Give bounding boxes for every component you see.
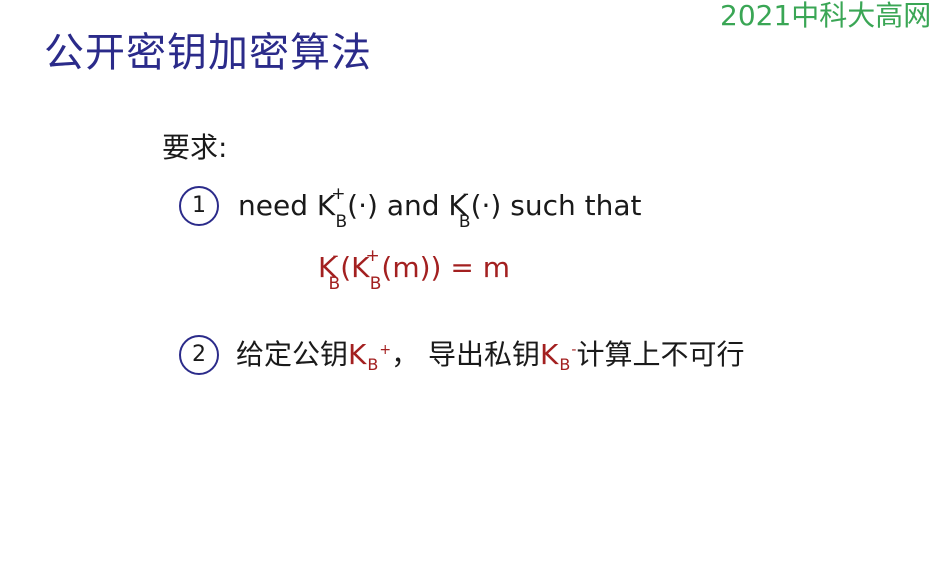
given-public-key-text: 给定公钥 [236,338,349,371]
slide-title: 公开密钥加密算法 [44,30,372,76]
private-key-symbol: KB- [540,338,577,374]
public-sub: B [335,212,348,232]
formula-private-sup: - [332,246,339,266]
public-key-sup: + [379,342,392,358]
public-key-sub: B [367,355,379,374]
requirement-line-2: 给定公钥KB+， 导出私钥KB-计算上不可行 [236,335,744,380]
public-key-symbol: KB+ [348,338,392,374]
requirement-line-1: need K+B(·) and K-B(·) such that [238,184,642,232]
bullet-number-1-text: 1 [192,193,206,218]
and-text: and [377,189,449,222]
formula-open-paren: ( [340,251,352,284]
formula-m-arg: (m)) [381,251,442,284]
bullet-number-1: 1 [179,186,219,226]
public-sup: + [331,184,346,204]
infeasible-text: 计算上不可行 [576,338,745,371]
private-sub: B [458,212,471,232]
public-key-letter: K [348,338,367,371]
dot-arg-private: (·) [470,189,502,222]
bullet-number-2-text: 2 [192,342,206,367]
private-key-sup: - [571,342,577,358]
watermark-text: 2021中科大高网 [720,0,932,32]
private-key-letter: K [540,338,559,371]
formula-private-sub: B [328,274,341,294]
such-that-text: such that [501,189,642,222]
formula-public-sup: + [365,246,380,266]
private-sup: - [462,184,469,204]
formula-public-sub: B [369,274,382,294]
requirement-label: 要求: [162,131,228,164]
need-text: need [238,189,317,222]
bullet-number-2: 2 [179,335,219,375]
decryption-formula: K-B(K+B(m)) = m [318,246,511,294]
private-key-sub: B [559,355,571,374]
dot-arg-public: (·) [347,189,378,222]
formula-equals: = m [441,251,511,284]
derive-private-key-text: ， 导出私钥 [391,338,541,371]
